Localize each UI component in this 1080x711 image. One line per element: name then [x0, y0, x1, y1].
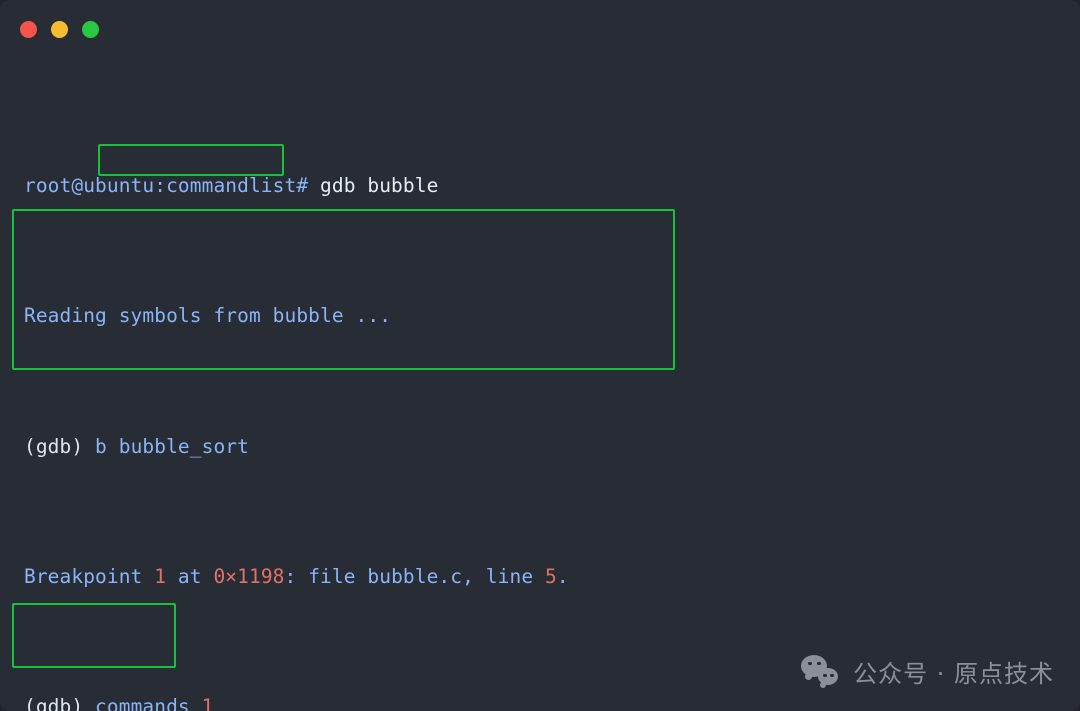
- wechat-icon: [801, 654, 841, 689]
- breakpoint-address: 0×1198: [213, 564, 285, 588]
- shell-command: gdb bubble: [308, 173, 439, 197]
- breakpoint-period: .: [556, 564, 569, 588]
- gdb-prompt: (gdb): [24, 434, 84, 458]
- terminal-line-commands-command: (gdb) commands 1: [24, 691, 1064, 711]
- watermark: 公众号 · 原点技术: [801, 654, 1054, 689]
- window-close-button[interactable]: [20, 20, 37, 38]
- window-minimize-button[interactable]: [51, 20, 68, 38]
- break-command-text: b bubble_sort: [83, 434, 249, 458]
- breakpoint-file: : file bubble.c, line: [284, 564, 545, 588]
- terminal-line-shell-prompt: root@ubuntu:commandlist# gdb bubble: [24, 170, 1064, 203]
- breakpoint-at: at: [166, 564, 214, 588]
- commands-breakpoint-number: 1: [201, 695, 214, 711]
- reading-symbols-text: Reading symbols from bubble ...: [24, 304, 392, 328]
- commands-keyword: commands: [83, 695, 202, 711]
- terminal-line-reading-symbols: Reading symbols from bubble ...: [24, 300, 1064, 333]
- terminal-line-break-command: (gdb) b bubble_sort: [24, 431, 1064, 464]
- terminal-line-breakpoint-set: Breakpoint 1 at 0×1198: file bubble.c, l…: [24, 561, 1064, 594]
- gdb-prompt: (gdb): [24, 695, 84, 711]
- watermark-text: 公众号 · 原点技术: [853, 660, 1054, 688]
- terminal-output[interactable]: root@ubuntu:commandlist# gdb bubble Read…: [24, 72, 1064, 711]
- breakpoint-line-number: 5: [545, 564, 557, 588]
- window-titlebar: [0, 0, 1080, 58]
- breakpoint-number: 1: [154, 564, 167, 588]
- window-maximize-button[interactable]: [82, 20, 99, 38]
- breakpoint-label: Breakpoint: [24, 564, 155, 588]
- terminal-window: root@ubuntu:commandlist# gdb bubble Read…: [0, 0, 1080, 711]
- shell-user-host: root@ubuntu:commandlist#: [24, 173, 309, 197]
